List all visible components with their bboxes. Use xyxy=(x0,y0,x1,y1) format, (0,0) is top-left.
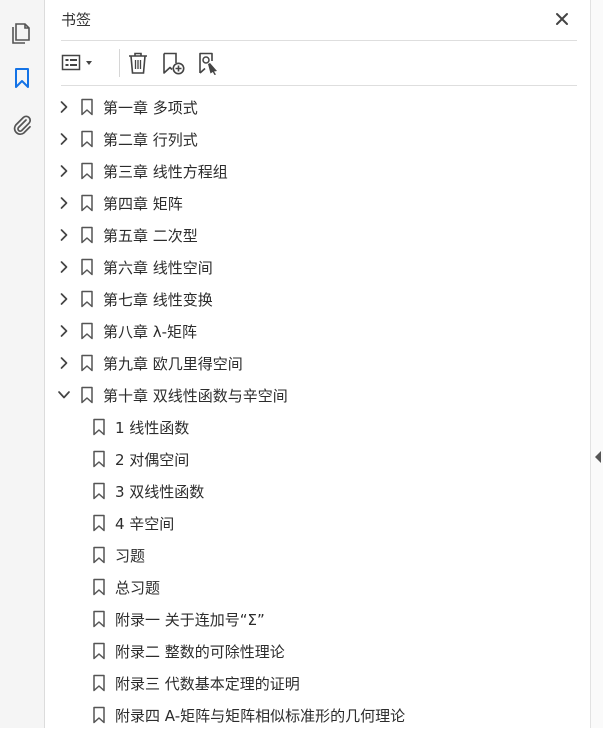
bookmark-item[interactable]: 2 对偶空间 xyxy=(91,443,189,475)
close-panel-button[interactable] xyxy=(551,8,573,30)
new-bookmark-icon xyxy=(163,52,185,75)
bookmark-icon xyxy=(91,642,107,660)
close-icon xyxy=(556,13,568,25)
bookmark-label: 第五章 二次型 xyxy=(103,226,198,245)
bookmark-label: 第八章 λ-矩阵 xyxy=(103,322,198,341)
bookmark-label: 习题 xyxy=(115,546,146,565)
bookmarks-button[interactable] xyxy=(6,62,38,94)
bookmark-label: 第二章 行列式 xyxy=(103,130,198,149)
bookmarks-toolbar xyxy=(61,41,577,86)
bookmark-label: 第十章 双线性函数与辛空间 xyxy=(103,386,288,405)
collapse-panel-arrow-icon[interactable] xyxy=(594,450,602,464)
chevron-right-icon[interactable] xyxy=(57,99,71,115)
options-menu-button[interactable] xyxy=(61,50,97,76)
bookmark-item[interactable]: 第四章 矩阵 xyxy=(57,187,183,219)
bookmark-icon xyxy=(79,98,95,116)
bookmark-item[interactable]: 附录三 代数基本定理的证明 xyxy=(91,667,300,699)
bookmark-icon xyxy=(91,450,107,468)
bookmark-icon xyxy=(79,258,95,276)
paperclip-icon xyxy=(13,115,32,136)
chevron-right-icon[interactable] xyxy=(57,195,71,211)
bookmark-item[interactable]: 附录一 关于连加号“Σ” xyxy=(91,603,265,635)
bookmark-label: 附录二 整数的可除性理论 xyxy=(115,642,285,661)
pages-icon xyxy=(12,23,30,44)
new-bookmark-button[interactable] xyxy=(159,50,187,76)
bookmark-label: 3 双线性函数 xyxy=(115,482,205,501)
bookmark-icon xyxy=(79,354,95,372)
bookmark-item[interactable]: 附录二 整数的可除性理论 xyxy=(91,635,285,667)
chevron-right-icon[interactable] xyxy=(57,355,71,371)
bookmark-icon xyxy=(91,578,107,596)
chevron-right-icon[interactable] xyxy=(57,131,71,147)
bookmark-icon xyxy=(79,290,95,308)
bookmark-icon xyxy=(79,226,95,244)
bookmark-icon xyxy=(91,482,107,500)
bookmark-item[interactable]: 习题 xyxy=(91,539,145,571)
find-current-bookmark-button[interactable] xyxy=(195,50,223,76)
trash-icon xyxy=(129,52,147,74)
bookmark-item[interactable]: 3 双线性函数 xyxy=(91,475,204,507)
bookmark-item[interactable]: 第七章 线性变换 xyxy=(57,283,213,315)
bookmark-label: 1 线性函数 xyxy=(115,418,190,437)
bookmark-icon xyxy=(79,162,95,180)
bookmark-item[interactable]: 第八章 λ-矩阵 xyxy=(57,315,197,347)
bookmark-item[interactable]: 第二章 行列式 xyxy=(57,123,198,155)
pages-button[interactable] xyxy=(6,16,38,48)
bookmark-label: 附录三 代数基本定理的证明 xyxy=(115,674,300,693)
bookmarks-panel: 书签 第一章 多项式 第二章 行列式 第三章 线性方程组 第四章 矩阵 第五章 … xyxy=(45,0,590,728)
chevron-right-icon[interactable] xyxy=(57,227,71,243)
bookmark-item[interactable]: 第十章 双线性函数与辛空间 xyxy=(57,379,288,411)
bookmark-label: 总习题 xyxy=(115,578,161,597)
navigation-rail xyxy=(0,0,45,728)
bookmark-icon xyxy=(79,386,95,404)
chevron-right-icon[interactable] xyxy=(57,323,71,339)
bookmark-label: 第六章 线性空间 xyxy=(103,258,213,277)
bookmark-item[interactable]: 第六章 线性空间 xyxy=(57,251,213,283)
bookmark-item[interactable]: 第一章 多项式 xyxy=(57,91,198,123)
bookmark-label: 第九章 欧几里得空间 xyxy=(103,354,243,373)
bookmark-label: 附录四 A-矩阵与矩阵相似标准形的几何理论 xyxy=(115,706,406,725)
bookmark-label: 4 辛空间 xyxy=(115,514,175,533)
attachments-button[interactable] xyxy=(6,108,38,140)
bookmark-item[interactable]: 1 线性函数 xyxy=(91,411,189,443)
bookmark-item[interactable]: 第九章 欧几里得空间 xyxy=(57,347,243,379)
bookmark-icon xyxy=(91,706,107,724)
bookmark-label: 第七章 线性变换 xyxy=(103,290,213,309)
panel-title: 书签 xyxy=(61,11,92,29)
toolbar-divider xyxy=(119,49,120,77)
bookmark-item[interactable]: 第五章 二次型 xyxy=(57,219,198,251)
bookmark-icon xyxy=(91,674,107,692)
delete-bookmark-button[interactable] xyxy=(125,50,151,76)
bookmark-icon xyxy=(79,130,95,148)
bookmark-icon xyxy=(91,546,107,564)
bookmark-icon xyxy=(15,68,29,88)
bookmark-item[interactable]: 总习题 xyxy=(91,571,160,603)
find-current-bookmark-icon xyxy=(199,52,217,75)
bookmark-label: 2 对偶空间 xyxy=(115,450,190,469)
document-pane-edge xyxy=(590,0,603,728)
panel-header: 书签 xyxy=(61,0,577,41)
bookmark-icon xyxy=(91,514,107,532)
bookmark-icon xyxy=(91,610,107,628)
bookmark-icon xyxy=(79,194,95,212)
bookmark-icon xyxy=(91,418,107,436)
chevron-right-icon[interactable] xyxy=(57,291,71,307)
chevron-down-icon[interactable] xyxy=(57,387,71,403)
bookmark-item[interactable]: 第三章 线性方程组 xyxy=(57,155,228,187)
bookmark-label: 附录一 关于连加号“Σ” xyxy=(115,610,265,629)
bookmark-label: 第四章 矩阵 xyxy=(103,194,183,213)
chevron-right-icon[interactable] xyxy=(57,163,71,179)
list-options-icon xyxy=(61,54,92,71)
bookmark-label: 第一章 多项式 xyxy=(103,98,198,117)
chevron-right-icon[interactable] xyxy=(57,259,71,275)
bookmark-item[interactable]: 4 辛空间 xyxy=(91,507,174,539)
bookmark-icon xyxy=(79,322,95,340)
bookmark-item[interactable]: 附录四 A-矩阵与矩阵相似标准形的几何理论 xyxy=(91,699,405,731)
bookmark-label: 第三章 线性方程组 xyxy=(103,162,228,181)
